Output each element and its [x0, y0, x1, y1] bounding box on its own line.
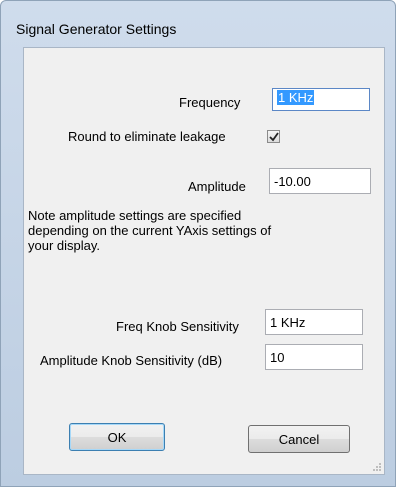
freq-knob-sensitivity-input[interactable]: [265, 309, 363, 335]
amplitude-note: Note amplitude settings are specified de…: [28, 208, 272, 253]
amp-knob-sensitivity-input[interactable]: [265, 344, 363, 370]
dialog-window: Signal Generator Settings Frequency 1 KH…: [0, 0, 396, 487]
amplitude-input[interactable]: [269, 168, 371, 194]
amp-knob-sensitivity-label: Amplitude Knob Sensitivity (dB): [40, 353, 223, 368]
frequency-label: Frequency: [179, 95, 241, 110]
title-bar[interactable]: Signal Generator Settings: [1, 1, 395, 41]
checkmark-icon: [269, 132, 279, 142]
dialog-title: Signal Generator Settings: [16, 21, 177, 37]
cancel-button[interactable]: Cancel: [248, 425, 350, 453]
resize-grip-icon[interactable]: [372, 462, 382, 472]
amplitude-label: Amplitude: [188, 179, 246, 194]
frequency-input-value: 1 KHz: [277, 90, 315, 105]
round-leakage-checkbox[interactable]: [267, 130, 280, 143]
frequency-input[interactable]: 1 KHz: [272, 88, 370, 111]
ok-button[interactable]: OK: [69, 423, 165, 451]
dialog-client-area: Frequency 1 KHz Round to eliminate leaka…: [23, 47, 385, 475]
freq-knob-sensitivity-label: Freq Knob Sensitivity: [116, 319, 239, 334]
round-leakage-label: Round to eliminate leakage: [68, 129, 226, 144]
